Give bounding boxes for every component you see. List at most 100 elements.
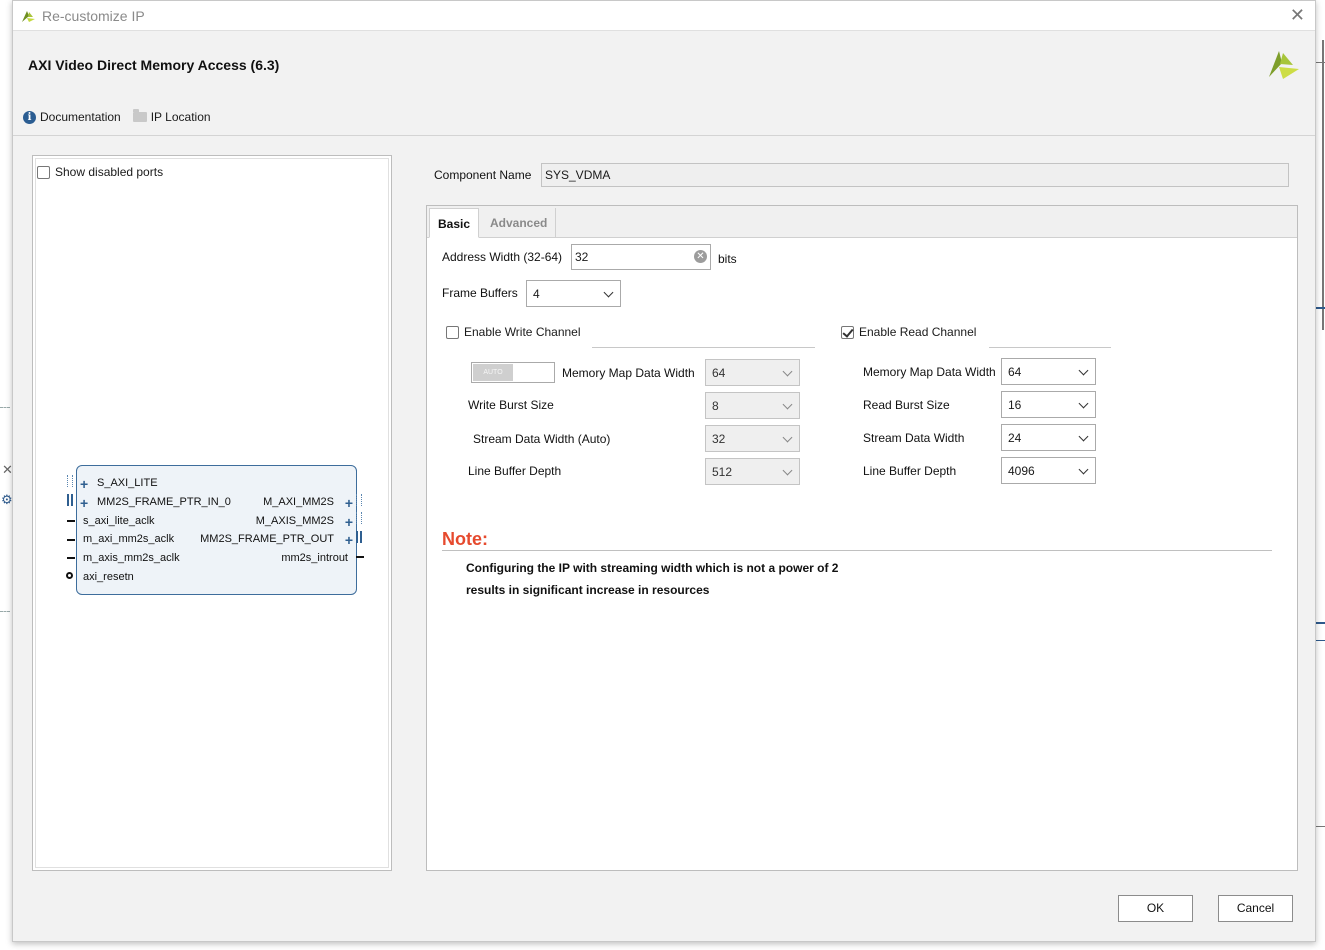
chevron-down-icon bbox=[1078, 431, 1089, 442]
bus-pin-marker bbox=[356, 531, 362, 543]
interface-pin-marker bbox=[356, 494, 362, 506]
bg-gear-icon: ⚙ bbox=[1, 492, 13, 507]
auto-toggle-knob: AUTO bbox=[473, 364, 513, 381]
read-group-divider bbox=[989, 347, 1111, 348]
port-m-axis-mm2s: M_AXIS_MM2S bbox=[255, 515, 334, 527]
read-mm-data-width-label: Memory Map Data Width bbox=[863, 365, 996, 379]
folder-icon bbox=[132, 109, 147, 122]
ok-button[interactable]: OK bbox=[1118, 895, 1193, 922]
write-line-buffer-select[interactable]: 512 bbox=[705, 458, 800, 485]
bg-line bbox=[1315, 307, 1325, 309]
port-m-axi-mm2s: M_AXI_MM2S bbox=[263, 496, 334, 508]
cancel-button[interactable]: Cancel bbox=[1218, 895, 1293, 922]
expand-plus-icon[interactable]: + bbox=[345, 496, 353, 510]
note-divider bbox=[442, 550, 1272, 551]
write-stream-width-select[interactable]: 32 bbox=[705, 425, 800, 452]
ip-location-link[interactable]: IP Location bbox=[132, 109, 211, 124]
read-burst-size-value: 16 bbox=[1008, 398, 1022, 412]
chevron-down-icon bbox=[782, 432, 793, 443]
close-icon[interactable]: ✕ bbox=[1290, 6, 1305, 24]
show-disabled-ports-box[interactable] bbox=[37, 165, 50, 179]
reset-pin-icon bbox=[66, 572, 73, 579]
pin-stub bbox=[67, 520, 75, 522]
tab-advanced[interactable]: Advanced bbox=[482, 208, 557, 238]
address-width-label: Address Width (32-64) bbox=[442, 250, 563, 264]
frame-buffers-value: 4 bbox=[533, 287, 540, 301]
background-app-left: ✕ ⚙ bbox=[0, 0, 13, 950]
bg-line bbox=[1315, 640, 1325, 641]
documentation-link[interactable]: i Documentation bbox=[23, 110, 121, 124]
auto-manual-toggle[interactable]: AUTO bbox=[471, 362, 555, 383]
xilinx-logo-icon bbox=[1269, 51, 1299, 79]
re-customize-ip-dialog: Re-customize IP ✕ AXI Video Direct Memor… bbox=[12, 0, 1316, 942]
port-mm2s-introut: mm2s_introut bbox=[281, 552, 348, 564]
write-mm-data-width-label: Memory Map Data Width bbox=[562, 366, 695, 380]
ip-title: AXI Video Direct Memory Access (6.3) bbox=[28, 57, 280, 73]
bg-dash bbox=[0, 407, 10, 408]
clear-icon[interactable]: ✕ bbox=[694, 250, 707, 263]
frame-buffers-label: Frame Buffers bbox=[442, 286, 518, 300]
read-line-buffer-value: 4096 bbox=[1008, 464, 1035, 478]
expand-plus-icon[interactable]: + bbox=[345, 533, 353, 547]
chevron-down-icon bbox=[603, 287, 614, 298]
bg-line bbox=[1315, 826, 1325, 827]
bus-pin-marker bbox=[67, 494, 73, 506]
port-axi-resetn: axi_resetn bbox=[83, 571, 134, 583]
chevron-down-icon bbox=[1078, 464, 1089, 475]
chevron-down-icon bbox=[782, 399, 793, 410]
read-stream-width-select[interactable]: 24 bbox=[1001, 424, 1096, 451]
expand-plus-icon[interactable]: + bbox=[345, 515, 353, 529]
component-name-field[interactable]: SYS_VDMA bbox=[541, 163, 1289, 187]
note-line-2: results in significant increase in resou… bbox=[466, 583, 710, 597]
read-stream-width-value: 24 bbox=[1008, 431, 1022, 445]
write-stream-width-label: Stream Data Width (Auto) bbox=[473, 432, 611, 446]
tab-basic[interactable]: Basic bbox=[429, 208, 480, 238]
pin-stub bbox=[67, 539, 75, 541]
read-stream-width-label: Stream Data Width bbox=[863, 431, 965, 445]
bg-line bbox=[1315, 622, 1325, 624]
ip-block-symbol[interactable]: + S_AXI_LITE + MM2S_FRAME_PTR_IN_0 s_axi… bbox=[76, 465, 357, 595]
chevron-down-icon bbox=[1078, 398, 1089, 409]
interface-pin-marker bbox=[67, 475, 73, 487]
read-line-buffer-label: Line Buffer Depth bbox=[863, 464, 957, 478]
write-mm-data-width-select[interactable]: 64 bbox=[705, 359, 800, 386]
write-burst-size-value: 8 bbox=[712, 399, 719, 413]
read-burst-size-select[interactable]: 16 bbox=[1001, 391, 1096, 418]
write-group-divider bbox=[592, 347, 815, 348]
port-m-axi-mm2s-aclk: m_axi_mm2s_aclk bbox=[83, 533, 175, 545]
info-icon: i bbox=[23, 110, 36, 124]
show-disabled-ports-label: Show disabled ports bbox=[55, 165, 164, 179]
tab-strip: Basic Advanced bbox=[427, 206, 1297, 238]
expand-plus-icon[interactable]: + bbox=[80, 477, 88, 491]
port-m-axis-mm2s-aclk: m_axis_mm2s_aclk bbox=[83, 552, 180, 564]
write-burst-size-select[interactable]: 8 bbox=[705, 392, 800, 419]
chevron-down-icon bbox=[782, 465, 793, 476]
vivado-logo-icon bbox=[22, 11, 35, 22]
ip-location-label: IP Location bbox=[150, 110, 211, 124]
frame-buffers-select[interactable]: 4 bbox=[526, 280, 621, 307]
ip-symbol-canvas: Show disabled ports + S_AXI_LITE + MM2S_… bbox=[35, 158, 389, 868]
documentation-label: Documentation bbox=[40, 110, 121, 124]
read-mm-data-width-value: 64 bbox=[1008, 365, 1022, 379]
enable-read-channel-checkbox[interactable]: Enable Read Channel bbox=[841, 325, 976, 339]
write-mm-data-width-value: 64 bbox=[712, 366, 726, 380]
header-divider bbox=[13, 135, 1315, 136]
port-mm2s-frame-ptr-out: MM2S_FRAME_PTR_OUT bbox=[200, 533, 334, 545]
component-name-label: Component Name bbox=[434, 168, 532, 182]
show-disabled-ports-checkbox[interactable]: Show disabled ports bbox=[37, 165, 163, 179]
expand-plus-icon[interactable]: + bbox=[80, 496, 88, 510]
read-line-buffer-select[interactable]: 4096 bbox=[1001, 457, 1096, 484]
port-s-axi-lite: S_AXI_LITE bbox=[97, 477, 158, 489]
port-mm2s-frame-ptr-in: MM2S_FRAME_PTR_IN_0 bbox=[97, 496, 231, 508]
read-mm-data-width-select[interactable]: 64 bbox=[1001, 358, 1096, 385]
enable-write-channel-checkbox[interactable]: Enable Write Channel bbox=[446, 325, 581, 339]
read-burst-size-label: Read Burst Size bbox=[863, 398, 950, 412]
enable-read-channel-box[interactable] bbox=[841, 325, 854, 339]
pin-stub bbox=[356, 556, 364, 558]
pin-stub bbox=[67, 557, 75, 559]
address-width-input[interactable]: 32 bbox=[571, 244, 711, 270]
chevron-down-icon bbox=[1078, 365, 1089, 376]
note-line-1: Configuring the IP with streaming width … bbox=[466, 561, 839, 575]
enable-write-channel-box[interactable] bbox=[446, 325, 459, 339]
address-width-unit: bits bbox=[718, 252, 737, 266]
